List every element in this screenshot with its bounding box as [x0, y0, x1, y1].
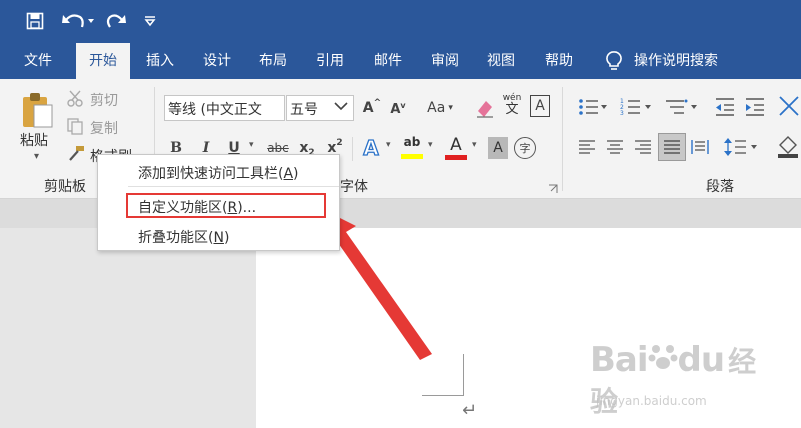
caret-down-icon: v	[400, 100, 406, 110]
text-effects-button[interactable]: A	[360, 135, 382, 161]
distributed-icon[interactable]	[690, 137, 710, 157]
dialog-launcher-icon[interactable]	[548, 179, 558, 193]
dropdown-icon: ▾	[448, 103, 453, 113]
tab-view[interactable]: 视图	[474, 43, 528, 79]
highlight-box	[126, 193, 326, 218]
baidu-watermark: Bai du 经验 jingyan.baidu.com	[590, 340, 780, 428]
font-size-value: 五号	[290, 102, 318, 118]
save-icon[interactable]	[22, 9, 48, 33]
copy-icon	[66, 117, 84, 135]
menu-item-suffix: )	[293, 166, 299, 182]
customize-qat-icon[interactable]	[140, 9, 160, 33]
access-key: N	[213, 230, 224, 246]
lightbulb-icon	[604, 50, 624, 72]
grow-font-button[interactable]: A ^	[362, 97, 382, 119]
menu-divider	[128, 186, 339, 187]
multilevel-list-icon[interactable]	[664, 97, 698, 117]
shrink-font-label: A	[390, 101, 401, 117]
watermark-brand-2: du	[677, 340, 726, 380]
highlight-dropdown-icon[interactable]: ▾	[428, 140, 433, 150]
access-key: A	[283, 166, 294, 182]
justify-icon	[664, 140, 680, 154]
cut-button[interactable]: 剪切	[90, 90, 118, 110]
chevron-down-icon	[333, 98, 349, 118]
page-corner-mark	[422, 354, 464, 396]
line-spacing-icon[interactable]	[724, 137, 760, 157]
watermark-url: jingyan.baidu.com	[596, 394, 707, 408]
change-case-label: Aa	[427, 100, 446, 116]
grow-font-label: A	[362, 100, 374, 116]
paw-icon	[648, 340, 678, 369]
title-bar	[0, 0, 801, 43]
enclose-characters-button[interactable]: 字	[514, 137, 536, 159]
tab-design[interactable]: 设计	[190, 43, 244, 79]
menu-item-text: 折叠功能区(	[138, 230, 214, 246]
decrease-indent-icon[interactable]	[714, 97, 736, 117]
paste-dropdown-icon[interactable]: ▾	[34, 151, 39, 162]
tab-insert[interactable]: 插入	[134, 43, 186, 79]
scissors-icon	[66, 89, 84, 107]
menu-item-collapse-ribbon[interactable]: 折叠功能区(N)	[138, 227, 229, 247]
tab-home[interactable]: 开始	[76, 43, 130, 79]
superscript-index: 2	[336, 138, 343, 148]
change-case-button[interactable]: Aa ▾	[422, 97, 458, 119]
clear-formatting-icon[interactable]	[474, 97, 496, 119]
align-left-icon[interactable]	[578, 139, 596, 155]
font-separator	[352, 137, 353, 161]
highlight-label: ab	[403, 135, 421, 149]
align-right-icon[interactable]	[634, 139, 652, 155]
chinese-layout-icon[interactable]	[778, 95, 801, 117]
phonetic-guide-bottom: 文	[505, 102, 519, 117]
phonetic-guide-button[interactable]: wén 文	[502, 93, 522, 121]
paragraph-mark-icon: ↵	[462, 400, 478, 421]
align-center-icon[interactable]	[606, 139, 624, 155]
tell-me-search[interactable]: 操作说明搜索	[634, 43, 744, 79]
menu-item-text: 添加到快速访问工具栏(	[138, 166, 284, 182]
font-color-dropdown-icon[interactable]: ▾	[472, 140, 477, 150]
tab-review[interactable]: 审阅	[418, 43, 472, 79]
tab-help[interactable]: 帮助	[532, 43, 586, 79]
undo-icon[interactable]	[58, 9, 98, 33]
paste-button[interactable]: 粘贴	[20, 130, 48, 150]
redo-icon[interactable]	[104, 9, 130, 33]
clipboard-icon[interactable]	[20, 91, 54, 131]
highlight-swatch	[401, 154, 423, 159]
tab-references[interactable]: 引用	[304, 43, 356, 79]
clipboard-group-label: 剪贴板	[44, 179, 86, 195]
svg-text:3: 3	[620, 110, 624, 117]
font-color-swatch	[445, 155, 467, 160]
font-group-label: 字体	[340, 179, 368, 195]
menu-item-suffix: )	[223, 230, 230, 246]
character-border-button[interactable]: A	[530, 95, 550, 117]
menu-item-add-to-qat[interactable]: 添加到快速访问工具栏(A)	[138, 163, 299, 183]
shading-icon[interactable]	[776, 135, 801, 159]
paragraph-group-label: 段落	[706, 179, 734, 195]
text-effects-dropdown-icon[interactable]: ▾	[386, 140, 391, 150]
copy-button[interactable]: 复制	[90, 118, 118, 138]
font-color-button[interactable]: A	[444, 135, 468, 161]
justify-button[interactable]	[658, 133, 686, 161]
character-shading-button[interactable]: A	[488, 137, 508, 159]
tab-layout[interactable]: 布局	[246, 43, 300, 79]
format-painter-icon	[66, 145, 86, 163]
shrink-font-button[interactable]: Av	[388, 99, 408, 119]
tab-file[interactable]: 文件	[10, 43, 66, 79]
font-size-combo[interactable]: 五号	[286, 95, 354, 121]
watermark-brand: Bai	[590, 340, 649, 380]
underline-dropdown-icon[interactable]: ▾	[249, 140, 254, 150]
caret-up-icon: ^	[373, 98, 382, 108]
font-name-combo[interactable]: 等线 (中文正文	[164, 95, 285, 121]
bullets-icon[interactable]	[578, 97, 608, 117]
highlight-color-button[interactable]: ab	[400, 135, 424, 161]
group-separator	[562, 87, 563, 191]
ribbon-tab-bar: 文件 开始 插入 设计 布局 引用 邮件 审阅 视图 帮助 操作说明搜索	[0, 43, 801, 79]
font-color-label: A	[450, 135, 462, 155]
numbering-icon[interactable]: 123	[620, 97, 652, 117]
increase-indent-icon[interactable]	[744, 97, 766, 117]
tab-mailings[interactable]: 邮件	[362, 43, 414, 79]
